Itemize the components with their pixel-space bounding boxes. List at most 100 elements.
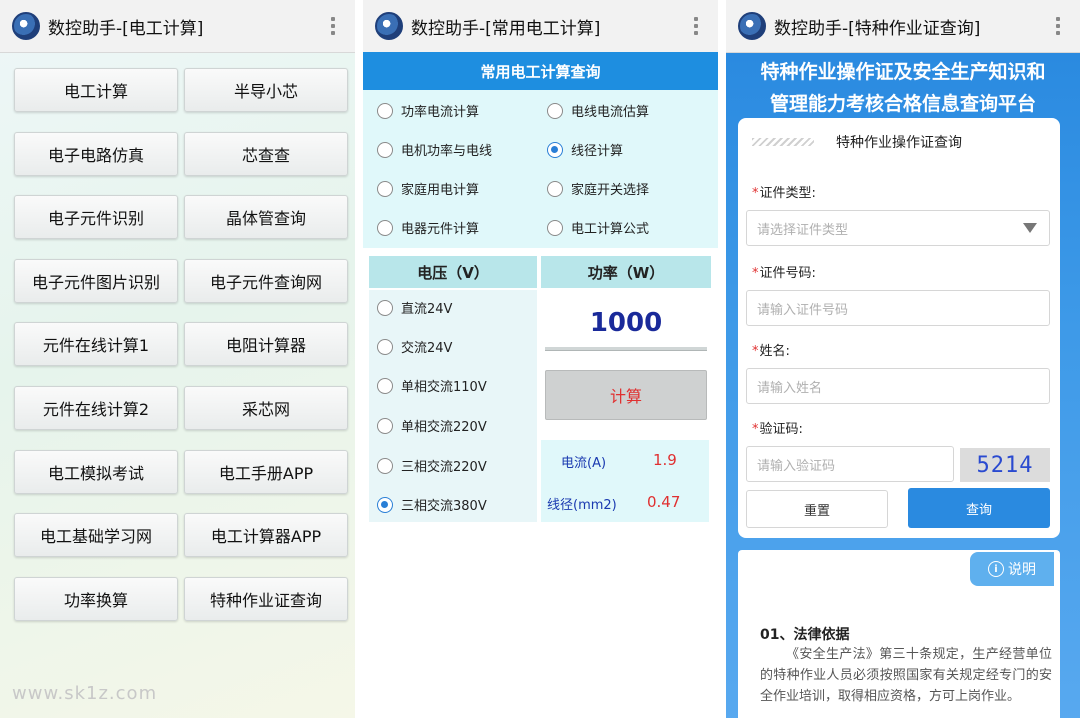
menu-button[interactable]: 电工基础学习网 xyxy=(14,513,178,558)
panel-electrical-calc-menu: 数控助手-[电工计算] 电工计算 半导小芯 电子电路仿真 芯查查 电子元件识别 … xyxy=(0,0,355,718)
radio-button-icon[interactable] xyxy=(547,180,563,197)
radio-button-selected-icon[interactable] xyxy=(547,141,563,158)
menu-grid: 电工计算 半导小芯 电子电路仿真 芯查查 电子元件识别 晶体管查询 电子元件图片… xyxy=(14,68,348,621)
calc-type-options: 功率电流计算 电线电流估算 电机功率与电线 线径计算 家庭用电计算 家庭开关选择… xyxy=(363,90,718,248)
voltage-option-label: 直流24V xyxy=(401,302,453,317)
captcha-image[interactable]: 5214 xyxy=(960,448,1050,482)
calc-option[interactable]: 家庭开关选择 xyxy=(547,179,649,198)
power-header: 功率（W） xyxy=(541,256,711,288)
current-value: 1.9 xyxy=(653,451,677,469)
law-text: 《安全生产法》第三十条规定，生产经营单位的特种作业人员必须按照国家有关规定经专门… xyxy=(760,647,1052,704)
radio-button-icon[interactable] xyxy=(547,102,563,119)
cert-number-input[interactable]: 请输入证件号码 xyxy=(746,290,1050,326)
radio-button-icon[interactable] xyxy=(547,219,563,236)
overflow-menu-icon[interactable] xyxy=(1046,12,1070,40)
menu-button[interactable]: 采芯网 xyxy=(184,385,348,430)
calc-option-label: 功率电流计算 xyxy=(401,105,480,120)
menu-button[interactable]: 电子元件识别 xyxy=(14,195,178,240)
power-input-underline xyxy=(545,347,707,351)
menu-button[interactable]: 元件在线计算2 xyxy=(14,385,178,430)
overflow-menu-icon[interactable] xyxy=(684,12,708,40)
captcha-label: *验证码: xyxy=(752,422,803,437)
cert-type-placeholder: 请选择证件类型 xyxy=(757,222,849,238)
menu-button[interactable]: 电阻计算器 xyxy=(184,322,348,367)
calc-option-label: 家庭用电计算 xyxy=(401,183,480,198)
voltage-option[interactable]: 三相交流380V xyxy=(377,495,487,514)
banner-title-line1: 特种作业操作证及安全生产知识和 xyxy=(760,61,1046,83)
banner-title: 特种作业操作证及安全生产知识和 管理能力考核合格信息查询平台 xyxy=(726,56,1080,120)
menu-button[interactable]: 电子电路仿真 xyxy=(14,131,178,176)
voltage-option[interactable]: 直流24V xyxy=(377,298,452,317)
voltage-option-label: 交流24V xyxy=(401,341,453,356)
calculate-button[interactable]: 计算 xyxy=(545,370,707,420)
calc-option-label: 电器元件计算 xyxy=(401,222,480,237)
captcha-code: 5214 xyxy=(976,452,1034,478)
calc-option[interactable]: 电器元件计算 xyxy=(377,218,479,237)
name-input[interactable]: 请输入姓名 xyxy=(746,368,1050,404)
menu-button[interactable]: 电工手册APP xyxy=(184,449,348,494)
menu-button[interactable]: 功率换算 xyxy=(14,576,178,621)
menu-button[interactable]: 电子元件查询网 xyxy=(184,258,348,303)
calc-option[interactable]: 家庭用电计算 xyxy=(377,179,479,198)
voltage-header: 电压（V） xyxy=(369,256,537,288)
name-label: *姓名: xyxy=(752,344,790,359)
info-icon: i xyxy=(988,561,1004,577)
menu-button[interactable]: 半导小芯 xyxy=(184,68,348,112)
panel-special-cert-query: 数控助手-[特种作业证查询] 特种作业操作证及安全生产知识和 管理能力考核合格信… xyxy=(726,0,1080,718)
cert-type-label: *证件类型: xyxy=(752,186,816,201)
app-title: 数控助手-[特种作业证查询] xyxy=(774,18,981,39)
radio-button-icon[interactable] xyxy=(377,338,393,355)
radio-button-icon[interactable] xyxy=(377,180,393,197)
calc-option[interactable]: 电线电流估算 xyxy=(547,101,649,120)
menu-button[interactable]: 电工计算 xyxy=(14,68,178,112)
info-button-label: 说明 xyxy=(1008,562,1036,578)
menu-button[interactable]: 电工计算器APP xyxy=(184,513,348,558)
app-logo-icon xyxy=(375,12,403,40)
menu-button[interactable]: 电子元件图片识别 xyxy=(14,258,178,303)
overflow-menu-icon[interactable] xyxy=(321,12,345,40)
voltage-option-label: 单相交流220V xyxy=(401,420,487,435)
reset-button[interactable]: 重置 xyxy=(746,490,888,528)
calc-option[interactable]: 电工计算公式 xyxy=(547,218,649,237)
cert-number-label: *证件号码: xyxy=(752,266,816,281)
calc-option[interactable]: 功率电流计算 xyxy=(377,101,479,120)
power-input[interactable]: 1000 xyxy=(545,308,707,338)
menu-button[interactable]: 电工模拟考试 xyxy=(14,449,178,494)
query-button[interactable]: 查询 xyxy=(908,488,1050,528)
menu-button[interactable]: 晶体管查询 xyxy=(184,195,348,240)
voltage-option[interactable]: 三相交流220V xyxy=(377,456,487,475)
name-placeholder: 请输入姓名 xyxy=(757,380,823,396)
radio-button-icon[interactable] xyxy=(377,102,393,119)
radio-button-icon[interactable] xyxy=(377,141,393,158)
result-box: 电流(A) 1.9 线径(mm2) 0.47 xyxy=(541,440,709,522)
menu-button[interactable]: 特种作业证查询 xyxy=(184,576,348,621)
voltage-option-label: 三相交流220V xyxy=(401,460,487,475)
menu-button[interactable]: 元件在线计算1 xyxy=(14,322,178,367)
radio-button-icon[interactable] xyxy=(377,299,393,316)
voltage-option-label: 三相交流380V xyxy=(401,499,487,514)
card-title: 特种作业操作证查询 xyxy=(836,135,962,151)
voltage-option[interactable]: 交流24V xyxy=(377,337,452,356)
radio-button-selected-icon[interactable] xyxy=(377,496,393,513)
calc-option-label: 线径计算 xyxy=(571,144,624,159)
calc-option[interactable]: 电机功率与电线 xyxy=(377,140,492,159)
captcha-input[interactable]: 请输入验证码 xyxy=(746,446,954,482)
calc-option-label: 家庭开关选择 xyxy=(571,183,650,198)
voltage-option[interactable]: 单相交流220V xyxy=(377,416,487,435)
dropdown-arrow-icon xyxy=(1023,223,1037,233)
calc-option[interactable]: 线径计算 xyxy=(547,140,623,159)
voltage-option[interactable]: 单相交流110V xyxy=(377,376,487,395)
diameter-label: 线径(mm2) xyxy=(547,498,617,513)
radio-button-icon[interactable] xyxy=(377,457,393,474)
app-bar: 数控助手-[电工计算] xyxy=(0,0,355,53)
info-button[interactable]: i 说明 xyxy=(970,552,1054,586)
menu-button[interactable]: 芯查查 xyxy=(184,131,348,176)
app-bar: 数控助手-[常用电工计算] xyxy=(363,0,718,53)
radio-button-icon[interactable] xyxy=(377,219,393,236)
app-logo-icon xyxy=(12,12,40,40)
cert-type-select[interactable]: 请选择证件类型 xyxy=(746,210,1050,246)
calc-option-label: 电机功率与电线 xyxy=(401,144,493,159)
radio-button-icon[interactable] xyxy=(377,377,393,394)
panel-common-calc: 数控助手-[常用电工计算] 常用电工计算查询 功率电流计算 电线电流估算 电机功… xyxy=(363,0,718,718)
radio-button-icon[interactable] xyxy=(377,417,393,434)
